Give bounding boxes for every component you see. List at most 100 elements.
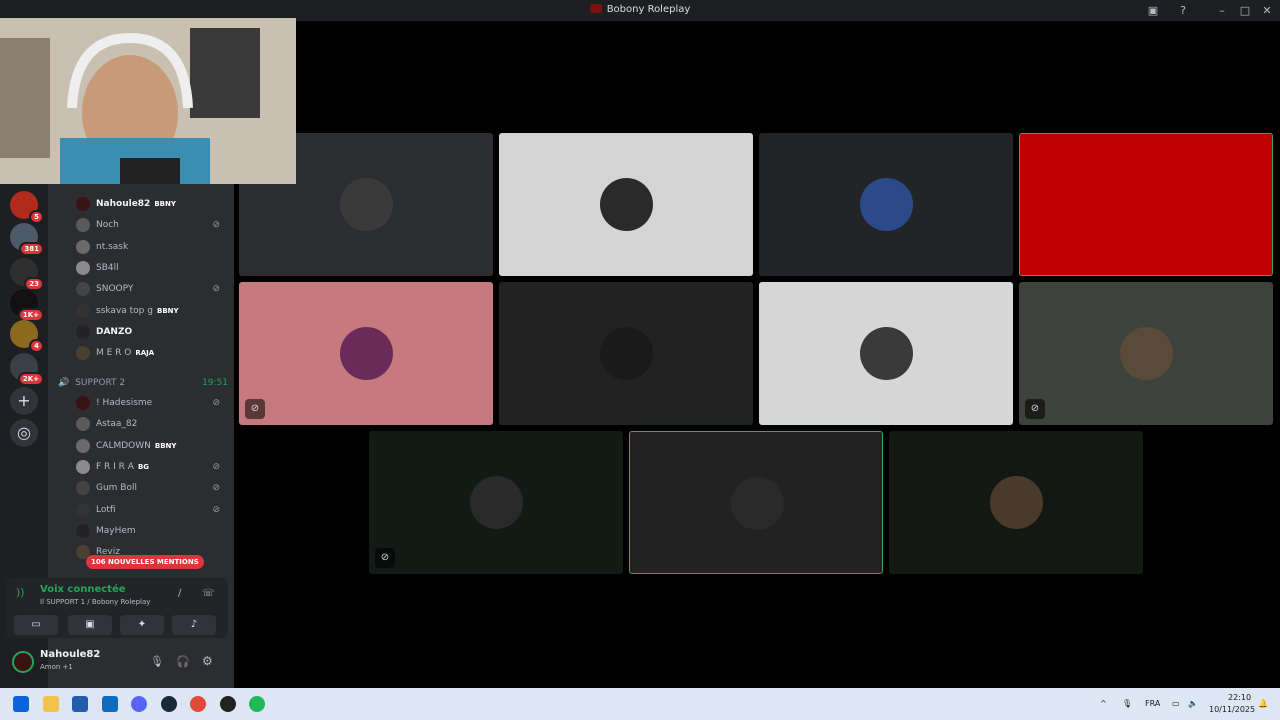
member-name: Lotfi [96, 504, 116, 515]
unread-badge: 2K+ [17, 372, 44, 386]
member-name: Nahoule82 [96, 199, 151, 209]
file-explorer-icon[interactable] [43, 696, 59, 712]
notifications-icon[interactable]: 🔔 [1258, 699, 1268, 708]
discover-icon[interactable]: ◎ [10, 419, 38, 447]
participant-tile[interactable] [629, 431, 883, 574]
member-row[interactable]: Noch ⊘ [76, 215, 226, 235]
app-icon[interactable] [220, 696, 236, 712]
participant-tile[interactable] [889, 431, 1143, 574]
server-icon-1[interactable]: 381 [10, 223, 44, 256]
activities-button[interactable]: ✦ [120, 615, 164, 635]
user-panel: Nahoule82 Amon +1 🎙 🎧 ⚙ [6, 643, 228, 683]
muted-icon: ⊘ [212, 284, 220, 295]
participant-tile[interactable] [759, 133, 1013, 276]
muted-mic-icon: ⊘ [245, 399, 265, 419]
participant-avatar [860, 327, 913, 380]
member-row[interactable]: SNOOPY ⊘ [76, 279, 226, 299]
clock-date[interactable]: 10/11/2025 [1209, 705, 1255, 714]
window-title-text: Bobony Roleplay [606, 4, 691, 15]
participant-tile[interactable]: ⊘ [1019, 282, 1273, 425]
member-row[interactable]: M E R O RAJA [76, 343, 226, 363]
minimize-button[interactable]: – [1214, 3, 1230, 19]
mentions-badge[interactable]: 106 NOUVELLES MENTIONS [86, 555, 204, 569]
tray-chevron-icon[interactable]: ^ [1100, 699, 1107, 708]
member-name: CALMDOWN [96, 440, 151, 451]
member-role-tag: RAJA [135, 349, 155, 358]
close-button[interactable]: ✕ [1259, 3, 1275, 19]
participant-avatar [600, 327, 653, 380]
member-row[interactable]: nt.sask [76, 237, 226, 257]
channel-time: 19:51 [202, 378, 228, 388]
participant-avatar [1120, 327, 1173, 380]
microphone-icon[interactable]: 🎙 [150, 655, 164, 668]
member-row[interactable]: Lotfi ⊘ [76, 500, 226, 520]
participant-tile[interactable] [499, 282, 753, 425]
spotify-icon[interactable] [249, 696, 265, 712]
muted-icon: ⊘ [212, 461, 220, 472]
soundboard-button[interactable]: ♪ [172, 615, 216, 635]
add-server-button[interactable]: + [10, 387, 38, 415]
steam-icon[interactable] [161, 696, 177, 712]
noise-suppression-icon[interactable]: ∕ [178, 588, 181, 599]
voice-channel-support-2[interactable]: 🔊 SUPPORT 2 19:51 [58, 374, 228, 392]
input-language[interactable]: FRA [1145, 699, 1160, 708]
server-icon-0[interactable]: 5 [10, 191, 44, 224]
participant-avatar [340, 327, 393, 380]
tray-mic-icon[interactable]: 🎙 [1122, 699, 1132, 708]
start-windows-icon[interactable] [13, 696, 29, 712]
headphones-icon[interactable]: 🎧 [176, 655, 190, 668]
volume-icon[interactable]: 🔈 [1188, 699, 1198, 708]
camera-button[interactable]: ▭ [14, 615, 58, 635]
help-icon[interactable]: ? [1175, 3, 1191, 19]
member-avatar [76, 459, 90, 474]
member-avatar [76, 502, 90, 517]
member-avatar [76, 523, 90, 538]
participant-avatar [470, 476, 523, 529]
outlook-icon[interactable] [102, 696, 118, 712]
user-name[interactable]: Nahoule82 [40, 649, 100, 660]
store-icon[interactable] [72, 696, 88, 712]
member-avatar [76, 438, 90, 453]
maximize-button[interactable]: □ [1237, 3, 1253, 19]
signal-icon[interactable]: )) [16, 586, 25, 599]
participant-tile[interactable]: ⊘ [239, 282, 493, 425]
server-icon-5[interactable]: 2K+ [10, 353, 44, 386]
server-icon-3[interactable]: 1K+ [10, 289, 44, 322]
muted-icon: ⊘ [212, 220, 220, 231]
member-row[interactable]: DANZO [76, 322, 226, 342]
member-row[interactable]: SB4ll [76, 258, 226, 278]
member-row[interactable]: Gum Boll ⊘ [76, 478, 226, 498]
member-row[interactable]: Nahoule82 BBNY [76, 194, 226, 214]
member-role-tag: BBNY [154, 200, 176, 208]
disconnect-icon[interactable]: ☏ [202, 588, 215, 599]
participant-tile[interactable] [759, 282, 1013, 425]
member-name: DANZO [96, 326, 133, 337]
discord-icon[interactable] [131, 696, 147, 712]
member-avatar [76, 282, 90, 297]
server-icon-4[interactable]: 4 [10, 320, 44, 353]
member-row[interactable]: Astaa_82 [76, 414, 226, 434]
member-avatar [76, 346, 90, 361]
chrome-icon[interactable] [190, 696, 206, 712]
server-icon-2[interactable]: 23 [10, 258, 44, 291]
member-row[interactable]: MayHem [76, 521, 226, 541]
voice-status[interactable]: Voix connectée [40, 584, 126, 595]
clock-time[interactable]: 22:10 [1228, 693, 1251, 702]
participant-tile[interactable]: ⊘ [369, 431, 623, 574]
screen-share-button[interactable]: ▣ [68, 615, 112, 635]
settings-gear-icon[interactable]: ⚙ [202, 654, 213, 668]
participant-tile[interactable] [1019, 133, 1273, 276]
member-avatar [76, 197, 90, 211]
member-row[interactable]: ! Hadesisme ⊘ [76, 393, 226, 413]
network-icon[interactable]: ▭ [1172, 699, 1180, 708]
member-row[interactable]: sskava top g BBNY [76, 301, 226, 321]
member-row[interactable]: F R I R A BG ⊘ [76, 457, 226, 477]
voice-location[interactable]: Il SUPPORT 1 / Bobony Roleplay [40, 598, 150, 606]
member-row[interactable]: CALMDOWN BBNY [76, 436, 226, 456]
member-name: SNOOPY [96, 284, 134, 295]
user-avatar[interactable] [12, 651, 34, 673]
inbox-icon[interactable]: ▣ [1145, 3, 1161, 19]
participant-avatar [731, 477, 784, 530]
member-role-tag: BBNY [156, 306, 179, 315]
participant-tile[interactable] [499, 133, 753, 276]
